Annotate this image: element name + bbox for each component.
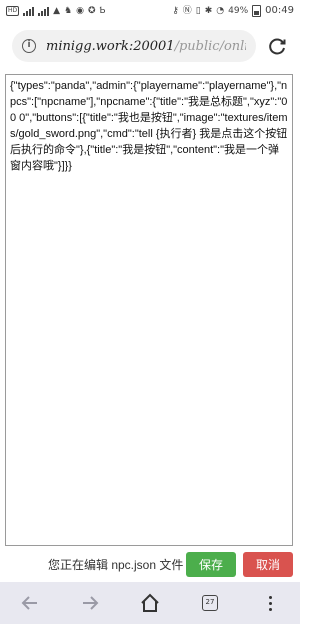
menu-button[interactable] xyxy=(250,588,290,618)
signal-icon xyxy=(23,6,35,16)
back-button[interactable] xyxy=(10,588,50,618)
key-icon: ⚷ xyxy=(172,6,179,16)
info-icon[interactable]: i xyxy=(22,39,36,53)
cancel-button[interactable]: 取消 xyxy=(243,552,293,577)
browser-nav-bar: 27 xyxy=(0,582,300,624)
nfc-icon: Ⓝ xyxy=(182,6,192,16)
arrow-left-icon xyxy=(21,596,37,610)
reload-button[interactable] xyxy=(266,35,288,57)
wifi-icon: ◔ xyxy=(216,6,225,16)
bluetooth-icon: ✱ xyxy=(204,6,213,16)
hd-icon: HD xyxy=(6,6,20,16)
vibrate-icon: ▯ xyxy=(195,6,201,16)
clock: 00:49 xyxy=(265,5,294,16)
url-bar[interactable]: i minigg.work:20001/public/onlinefs_ xyxy=(12,30,256,62)
forward-button[interactable] xyxy=(70,588,110,618)
editor-area: {"types":"panda","admin":{"playername":"… xyxy=(0,68,300,548)
notification-icon: ▲ xyxy=(53,6,61,16)
wechat-icon: ◉ xyxy=(76,6,84,16)
battery-percent: 49% xyxy=(228,6,249,16)
url-text[interactable]: minigg.work:20001/public/onlinefs_ xyxy=(46,39,246,54)
tab-count-icon: 27 xyxy=(202,595,218,611)
qq-icon: ♞ xyxy=(64,6,73,16)
tabs-button[interactable]: 27 xyxy=(190,588,230,618)
save-button[interactable]: 保存 xyxy=(186,552,236,577)
home-button[interactable] xyxy=(130,588,170,618)
editing-status-text: 您正在编辑 npc.json 文件 xyxy=(48,558,184,572)
url-path: /public/onlinefs_ xyxy=(174,38,246,54)
arrow-right-icon xyxy=(83,596,99,610)
status-left-icons: HD ▲ ♞ ◉ ✪ Ƅ xyxy=(6,6,106,16)
json-editor-textarea[interactable]: {"types":"panda","admin":{"playername":"… xyxy=(5,74,293,546)
reload-icon xyxy=(269,38,286,55)
signal-icon-2 xyxy=(38,6,50,16)
battery-icon xyxy=(252,5,262,17)
url-host: minigg.work:20001 xyxy=(46,38,175,54)
browser-icon: Ƅ xyxy=(99,6,106,16)
weibo-icon: ✪ xyxy=(88,6,96,16)
editor-footer: 您正在编辑 npc.json 文件 保存 取消 xyxy=(0,548,300,582)
address-row: i minigg.work:20001/public/onlinefs_ xyxy=(0,22,300,68)
status-right-icons: ⚷ Ⓝ ▯ ✱ ◔ 49% 00:49 xyxy=(172,5,294,17)
status-bar: HD ▲ ♞ ◉ ✪ Ƅ ⚷ Ⓝ ▯ ✱ ◔ 49% 00:49 xyxy=(0,0,300,22)
home-icon xyxy=(141,593,159,612)
more-vert-icon xyxy=(268,595,272,611)
